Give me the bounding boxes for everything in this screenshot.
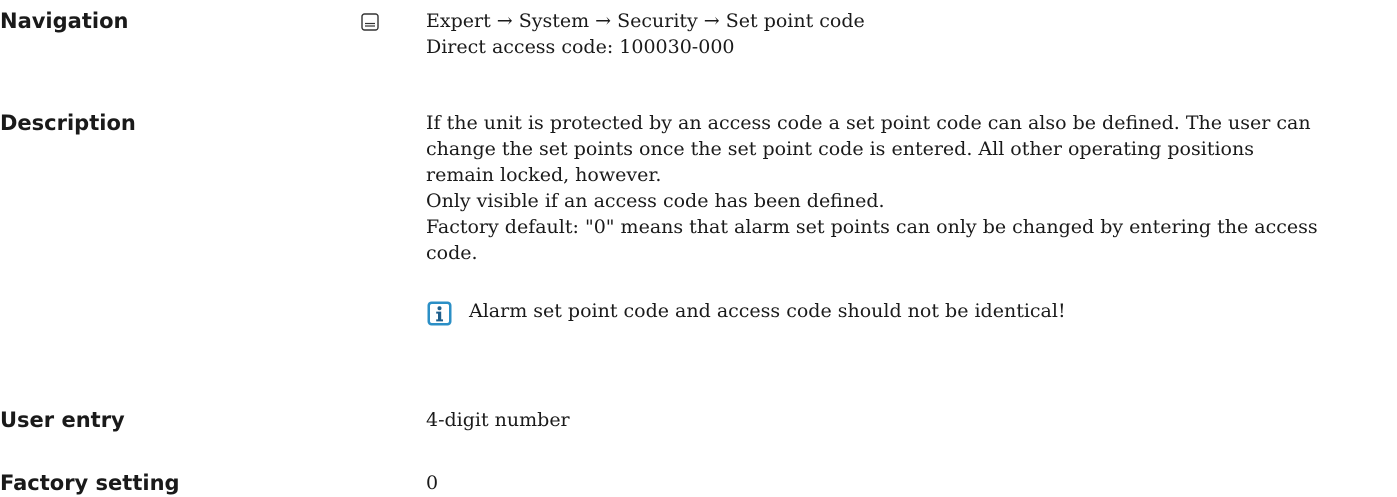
user-entry-value: 4-digit number xyxy=(426,409,570,431)
navigation-path: Expert → System → Security → Set point c… xyxy=(426,10,865,32)
direct-access-code: Direct access code: 100030-000 xyxy=(426,36,735,58)
description-text: If the unit is protected by an access co… xyxy=(426,110,1318,266)
user-entry-label: User entry xyxy=(0,408,125,432)
factory-setting-value: 0 xyxy=(426,472,439,494)
description-line: Factory default: "0" means that alarm se… xyxy=(426,216,1318,238)
navigation-content: Expert → System → Security → Set point c… xyxy=(426,8,865,60)
info-icon xyxy=(427,301,452,326)
description-line: remain locked, however. xyxy=(426,164,662,186)
parameter-page: { "navigation": { "label": "Navigation",… xyxy=(0,0,1397,497)
navigation-label: Navigation xyxy=(0,9,129,33)
description-line: code. xyxy=(426,242,478,264)
factory-setting-label: Factory setting xyxy=(0,471,180,495)
description-line: Only visible if an access code has been … xyxy=(426,190,885,212)
description-line: If the unit is protected by an access co… xyxy=(426,112,1311,134)
description-label: Description xyxy=(0,111,136,135)
menu-panel-icon xyxy=(361,13,379,31)
note-text: Alarm set point code and access code sho… xyxy=(469,300,1066,322)
description-line: change the set points once the set point… xyxy=(426,138,1254,160)
